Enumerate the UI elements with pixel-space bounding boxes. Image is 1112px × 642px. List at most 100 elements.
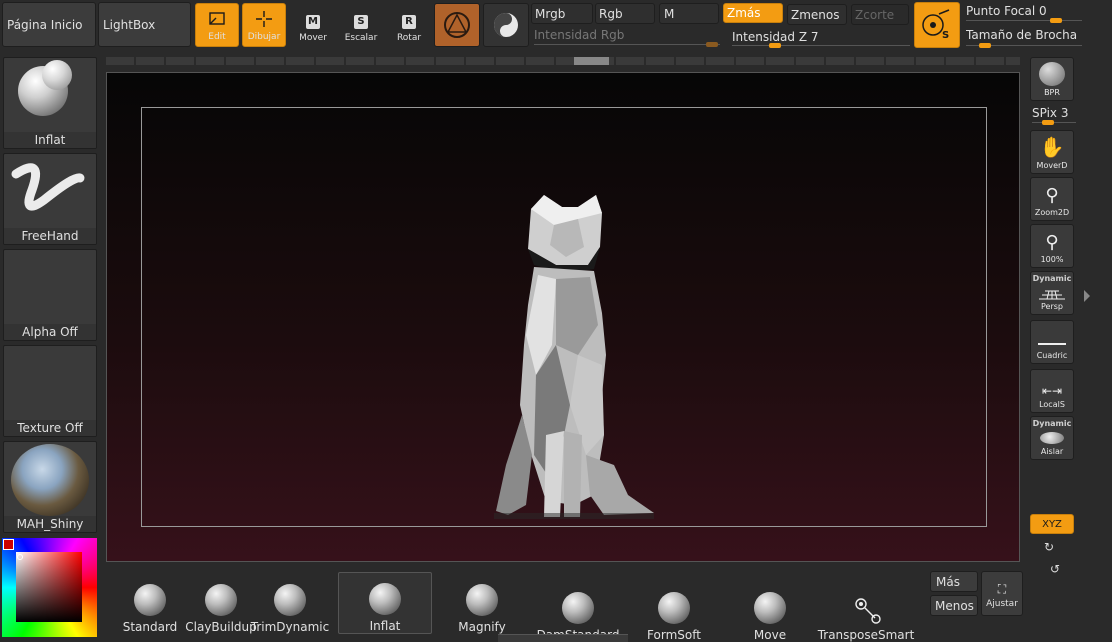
brush-formsoft[interactable]: FormSoft bbox=[636, 580, 712, 642]
draw-size-slider[interactable]: Tamaño de Brocha 9 bbox=[966, 28, 1078, 42]
actual-size-button[interactable]: ⚲ 100% bbox=[1030, 224, 1074, 268]
xyz-label: XYZ bbox=[1042, 518, 1062, 530]
right-collapse-arrow-icon[interactable] bbox=[1084, 290, 1090, 302]
draw-size-knob[interactable] bbox=[979, 43, 991, 48]
color-picker-marker bbox=[17, 554, 23, 560]
brush-claybuildup[interactable]: ClayBuildup bbox=[185, 572, 257, 634]
more-button[interactable]: Más bbox=[930, 571, 978, 592]
solo-label: Aislar bbox=[1040, 447, 1064, 456]
move-view-label: MoverD bbox=[1036, 161, 1068, 170]
brush-magnify[interactable]: Magnify bbox=[444, 572, 520, 634]
brush-trimdynamic[interactable]: TrimDynamic bbox=[251, 572, 329, 634]
zcut-label: Zcorte bbox=[855, 7, 895, 22]
standard-brush-icon bbox=[134, 584, 166, 616]
z-intensity-knob[interactable] bbox=[769, 43, 781, 48]
z-intensity-label: Intensidad Z 7 bbox=[732, 30, 819, 44]
mrgb-button[interactable]: Mrgb bbox=[531, 3, 593, 24]
local-label: LocalS bbox=[1039, 400, 1065, 409]
render-mode-button[interactable] bbox=[483, 3, 529, 47]
rgb-intensity-track[interactable] bbox=[534, 44, 720, 45]
rotate-mode-label: Rotar bbox=[396, 33, 422, 43]
bottom-scroll-handle[interactable] bbox=[498, 634, 628, 642]
texture-selector[interactable]: Texture Off bbox=[3, 345, 97, 437]
focal-shift-track[interactable] bbox=[966, 20, 1082, 21]
rgb-intensity-slider[interactable]: Intensidad Rgb bbox=[534, 28, 624, 42]
brush-transposesmart[interactable]: TransposeSmart bbox=[816, 580, 916, 642]
rotate-mode-button[interactable]: R Rotar bbox=[387, 3, 431, 47]
zoom-view-button[interactable]: ⚲ Zoom2D bbox=[1030, 177, 1074, 221]
lightbox-label: LightBox bbox=[103, 17, 156, 32]
persp-dynamic-label: Dynamic bbox=[1032, 274, 1072, 283]
spotlight-icon: S bbox=[922, 9, 950, 41]
solo-spheres-icon bbox=[1040, 431, 1064, 444]
edit-icon bbox=[209, 12, 225, 25]
material-mode-button[interactable] bbox=[434, 3, 480, 47]
canvas-top-scrollbar[interactable] bbox=[106, 57, 1020, 65]
solo-dynamic-label: Dynamic bbox=[1032, 419, 1072, 428]
scale-mode-icon: S bbox=[354, 15, 368, 29]
draw-size-label: Tamaño de Brocha 9 bbox=[966, 28, 1078, 42]
move-mode-button[interactable]: M Mover bbox=[291, 3, 335, 47]
z-intensity-track[interactable] bbox=[732, 45, 910, 46]
fit-button[interactable]: ⛶ Ajustar bbox=[981, 571, 1023, 616]
zoom-view-label: Zoom2D bbox=[1034, 208, 1070, 217]
render-mode-icon bbox=[494, 13, 518, 37]
rotate-y-icon[interactable]: ↻ bbox=[1044, 540, 1054, 554]
lightbox-button[interactable]: LightBox bbox=[98, 2, 191, 47]
home-page-button[interactable]: Página Inicio bbox=[2, 2, 96, 47]
actual-size-icon: ⚲ bbox=[1045, 232, 1059, 253]
zcut-button[interactable]: Zcorte bbox=[851, 4, 909, 25]
edit-label: Edit bbox=[208, 32, 226, 42]
brush-standard[interactable]: Standard bbox=[120, 572, 180, 634]
color-picker[interactable] bbox=[2, 538, 97, 637]
spix-knob[interactable] bbox=[1042, 120, 1054, 125]
perspective-button[interactable]: Dynamic Persp bbox=[1030, 271, 1074, 315]
canvas-viewport[interactable] bbox=[106, 72, 1020, 562]
focal-shift-knob[interactable] bbox=[1050, 18, 1062, 23]
material-selector[interactable]: MAH_Shiny bbox=[3, 441, 97, 533]
xyz-button[interactable]: XYZ bbox=[1030, 514, 1074, 534]
local-symmetry-button[interactable]: ⇤⇥ LocalS bbox=[1030, 369, 1074, 413]
floor-grid-button[interactable]: Cuadric bbox=[1030, 320, 1074, 364]
material-sphere-icon bbox=[11, 444, 89, 516]
rotate-z-icon[interactable]: ↺ bbox=[1050, 562, 1060, 576]
scale-mode-label: Escalar bbox=[344, 33, 378, 43]
color-picker-square[interactable] bbox=[16, 552, 82, 622]
alpha-selector[interactable]: Alpha Off bbox=[3, 249, 97, 341]
brush-move[interactable]: Move bbox=[732, 580, 808, 642]
brush-name: Inflat bbox=[4, 132, 96, 148]
spix-slider[interactable]: SPix 3 bbox=[1032, 106, 1068, 120]
stroke-selector[interactable]: FreeHand bbox=[3, 153, 97, 245]
draw-icon bbox=[256, 11, 272, 27]
brush-inflat[interactable]: Inflat bbox=[338, 572, 432, 634]
zadd-button[interactable]: Zmás bbox=[723, 3, 783, 23]
local-arrows-icon: ⇤⇥ bbox=[1041, 384, 1063, 398]
solo-button[interactable]: Dynamic Aislar bbox=[1030, 416, 1074, 460]
primary-color-swatch[interactable] bbox=[3, 539, 14, 550]
move-mode-icon: M bbox=[306, 15, 320, 29]
spix-track[interactable] bbox=[1032, 122, 1076, 123]
material-name: MAH_Shiny bbox=[4, 516, 96, 532]
texture-name: Texture Off bbox=[4, 420, 96, 436]
move-mode-label: Mover bbox=[299, 33, 327, 43]
less-button[interactable]: Menos bbox=[930, 595, 978, 616]
brush-damstandard[interactable]: DamStandard bbox=[532, 580, 624, 642]
rotate-mode-icon: R bbox=[402, 15, 416, 29]
z-intensity-slider[interactable]: Intensidad Z 7 bbox=[732, 30, 819, 44]
spotlight-button[interactable]: S bbox=[914, 2, 960, 48]
edit-button[interactable]: Edit bbox=[195, 3, 239, 47]
canvas-scroll-thumb[interactable] bbox=[574, 57, 609, 65]
rgb-intensity-knob[interactable] bbox=[706, 42, 718, 47]
bpr-button[interactable]: BPR bbox=[1030, 57, 1074, 101]
draw-label: Dibujar bbox=[247, 32, 281, 42]
focal-shift-slider[interactable]: Punto Focal 0 bbox=[966, 4, 1047, 18]
fit-label: Ajustar bbox=[986, 599, 1018, 609]
rgb-button[interactable]: Rgb bbox=[595, 3, 655, 24]
move-view-button[interactable]: ✋ MoverD bbox=[1030, 130, 1074, 174]
m-button[interactable]: M bbox=[659, 3, 719, 24]
draw-button[interactable]: Dibujar bbox=[242, 3, 286, 47]
alpha-name: Alpha Off bbox=[4, 324, 96, 340]
zsub-button[interactable]: Zmenos bbox=[787, 4, 847, 25]
brush-selector[interactable]: Inflat bbox=[3, 57, 97, 149]
scale-mode-button[interactable]: S Escalar bbox=[339, 3, 383, 47]
